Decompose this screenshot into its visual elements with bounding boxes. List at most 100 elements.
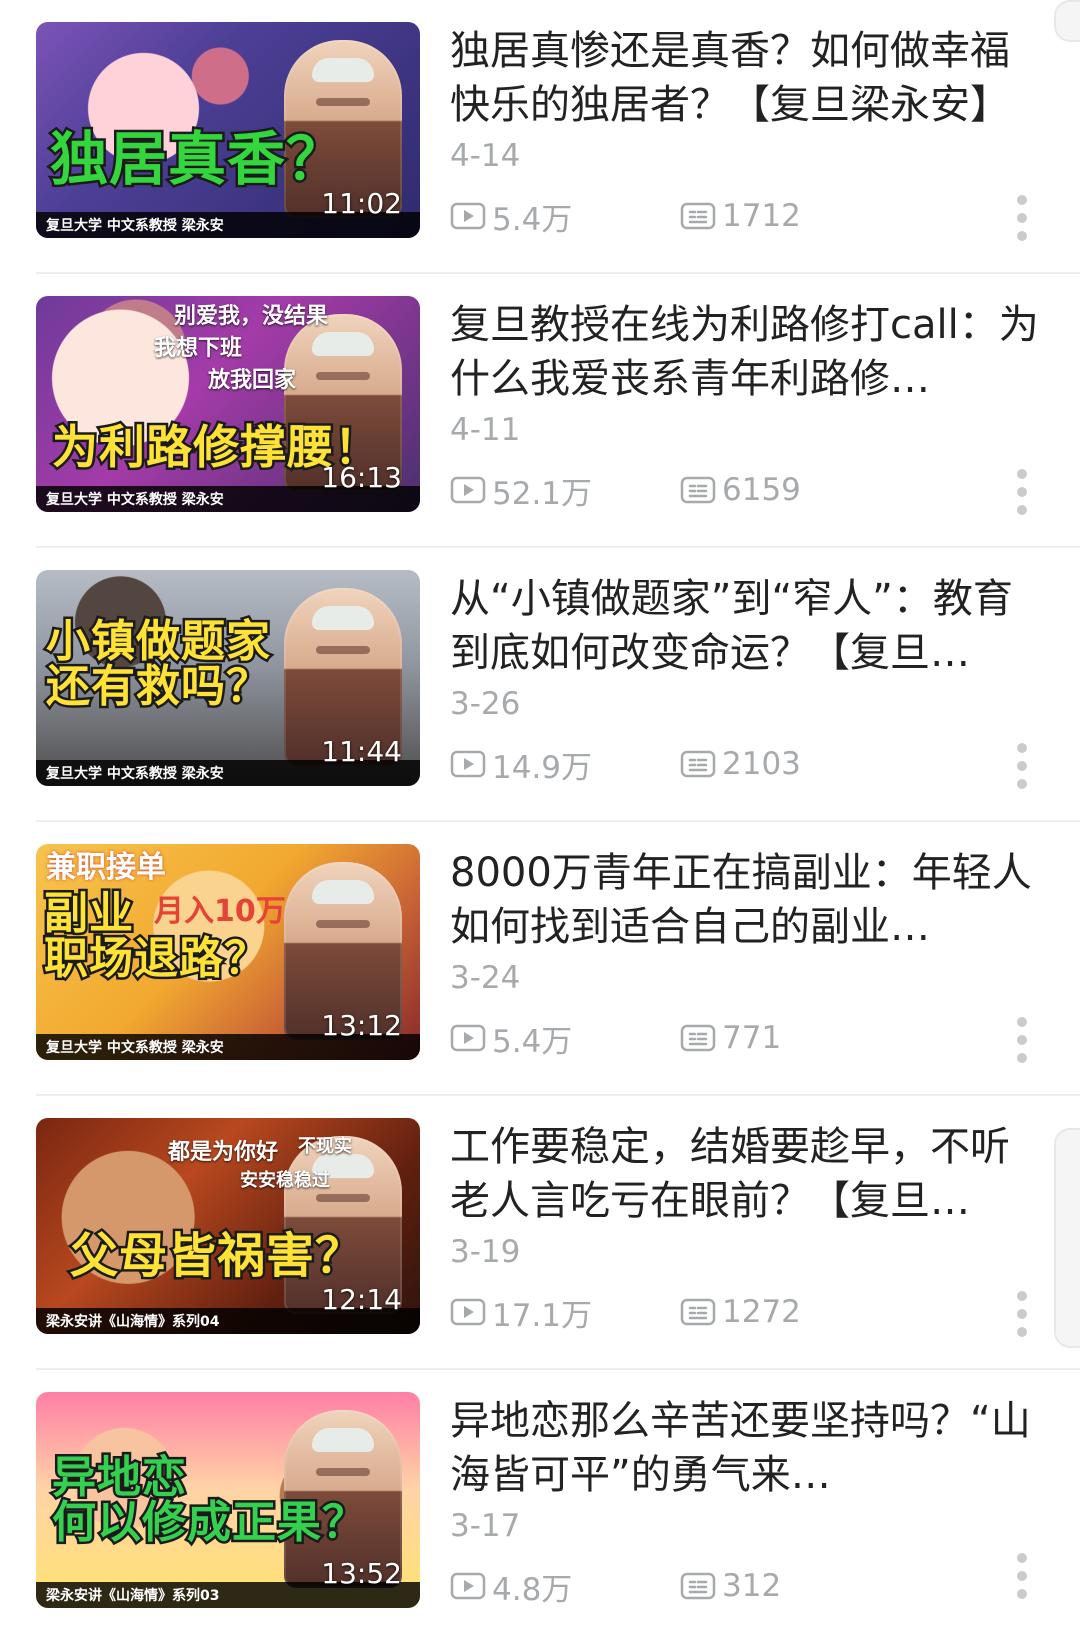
- danmaku-count-value: 312: [722, 1568, 782, 1604]
- video-duration: 13:12: [321, 1009, 402, 1042]
- thumbnail-caption: 梁永安讲《山海情》系列03: [46, 1588, 220, 1604]
- video-date: 3-19: [450, 1234, 521, 1270]
- play-count-icon: [450, 749, 486, 779]
- video-thumbnail[interactable]: 独居真香？ 复旦大学 中文系教授 梁永安 11:02: [36, 22, 420, 238]
- thumbnail-caption: 复旦大学 中文系教授 梁永安: [46, 492, 224, 508]
- video-duration: 13:52: [321, 1557, 402, 1590]
- thumbnail-overlay-text: 我想下班: [154, 336, 243, 361]
- danmaku-count-value: 2103: [722, 746, 801, 782]
- video-item[interactable]: 兼职接单 月入10万 副业 职场退路？ 复旦大学 中文系教授 梁永安 13:12…: [0, 822, 1080, 1096]
- video-duration: 12:14: [321, 1283, 402, 1316]
- danmaku-count-icon: [680, 1023, 716, 1053]
- video-title[interactable]: 复旦教授在线为利路修打call：为什么我爱丧系青年利路修…: [450, 298, 1040, 406]
- danmaku-count-icon: [680, 749, 716, 779]
- thumbnail-headline-line: 何以修成正果？: [50, 1496, 369, 1548]
- video-item[interactable]: 都是为你好 不现实 安安稳稳过 父母皆祸害？ 梁永安讲《山海情》系列04 12:…: [0, 1096, 1080, 1370]
- thumbnail-headline-line: 异地恋: [50, 1452, 189, 1503]
- thumbnail-headline-line: 副业: [42, 888, 136, 939]
- danmaku-count-value: 1712: [722, 198, 801, 234]
- video-list: 独居真香？ 复旦大学 中文系教授 梁永安 11:02 独居真惨还是真香？如何做幸…: [0, 0, 1080, 1640]
- video-item[interactable]: 异地恋 何以修成正果？ 梁永安讲《山海情》系列03 13:52 异地恋那么辛苦还…: [0, 1370, 1080, 1644]
- play-count: 52.1万: [450, 466, 592, 514]
- video-thumbnail[interactable]: 都是为你好 不现实 安安稳稳过 父母皆祸害？ 梁永安讲《山海情》系列04 12:…: [36, 1118, 420, 1334]
- more-icon: [1017, 195, 1027, 241]
- video-stats: 52.1万 6159: [450, 466, 950, 514]
- video-date: 3-17: [450, 1508, 521, 1544]
- thumbnail-overlay-text: 别爱我，没结果: [174, 304, 329, 329]
- video-duration: 11:44: [321, 735, 402, 768]
- thumbnail-headline: 异地恋 何以修成正果？: [50, 1452, 400, 1548]
- video-date: 4-11: [450, 412, 521, 448]
- danmaku-count-value: 771: [722, 1020, 782, 1056]
- thumbnail-headline-line: 父母皆祸害？: [67, 1228, 365, 1284]
- danmaku-count: 2103: [680, 740, 801, 788]
- more-button[interactable]: [1000, 738, 1044, 794]
- video-thumbnail[interactable]: 别爱我，没结果 我想下班 放我回家 为利路修撑腰！ 复旦大学 中文系教授 梁永安…: [36, 296, 420, 512]
- video-title[interactable]: 8000万青年正在搞副业：年轻人如何找到适合自己的副业…: [450, 846, 1040, 954]
- thumbnail-overlay-text: 兼职接单: [46, 850, 166, 885]
- danmaku-count: 771: [680, 1014, 781, 1062]
- video-title[interactable]: 从“小镇做题家”到“窄人”：教育到底如何改变命运？【复旦…: [450, 572, 1040, 680]
- video-stats: 5.4万 771: [450, 1014, 950, 1062]
- video-stats: 4.8万 312: [450, 1562, 950, 1610]
- thumbnail-headline: 小镇做题家 还有救吗？: [44, 616, 310, 712]
- thumbnail-overlay-text: 放我回家: [208, 368, 297, 393]
- thumbnail-headline-line: 职场退路？: [42, 932, 271, 984]
- scrollbar-thumb[interactable]: [1054, 1128, 1080, 1348]
- thumbnail-headline-line: 独居真香？: [47, 125, 346, 193]
- thumbnail-caption: 复旦大学 中文系教授 梁永安: [46, 1040, 224, 1056]
- video-thumbnail[interactable]: 小镇做题家 还有救吗？ 复旦大学 中文系教授 梁永安 11:44: [36, 570, 420, 786]
- video-stats: 14.9万 2103: [450, 740, 950, 788]
- danmaku-count-value: 1272: [722, 1294, 801, 1330]
- scrollbar-track[interactable]: [1048, 0, 1080, 1640]
- play-count-value: 52.1万: [492, 475, 593, 512]
- play-count-icon: [450, 475, 486, 505]
- video-thumbnail[interactable]: 兼职接单 月入10万 副业 职场退路？ 复旦大学 中文系教授 梁永安 13:12: [36, 844, 420, 1060]
- play-count: 4.8万: [450, 1562, 572, 1610]
- play-count-icon: [450, 201, 486, 231]
- thumbnail-headline: 副业 职场退路？: [42, 888, 300, 984]
- video-item[interactable]: 小镇做题家 还有救吗？ 复旦大学 中文系教授 梁永安 11:44 从“小镇做题家…: [0, 548, 1080, 822]
- thumbnail-headline: 父母皆祸害？: [67, 1229, 410, 1283]
- danmaku-count: 312: [680, 1562, 781, 1610]
- thumbnail-caption: 梁永安讲《山海情》系列04: [46, 1314, 220, 1330]
- more-icon: [1017, 743, 1027, 789]
- video-title[interactable]: 工作要稳定，结婚要趁早，不听老人言吃亏在眼前？【复旦…: [450, 1120, 1040, 1228]
- video-title[interactable]: 独居真惨还是真香？如何做幸福快乐的独居者？【复旦梁永安】: [450, 24, 1040, 132]
- danmaku-count-value: 6159: [722, 472, 801, 508]
- video-item[interactable]: 别爱我，没结果 我想下班 放我回家 为利路修撑腰！ 复旦大学 中文系教授 梁永安…: [0, 274, 1080, 548]
- video-title[interactable]: 异地恋那么辛苦还要坚持吗？“山海皆可平”的勇气来…: [450, 1394, 1040, 1502]
- more-button[interactable]: [1000, 1286, 1044, 1342]
- thumbnail-caption: 复旦大学 中文系教授 梁永安: [46, 766, 224, 782]
- more-button[interactable]: [1000, 190, 1044, 246]
- play-count: 14.9万: [450, 740, 592, 788]
- thumbnail-overlay-text: 不现实: [298, 1136, 352, 1157]
- play-count: 17.1万: [450, 1288, 592, 1336]
- play-count-value: 4.8万: [492, 1571, 573, 1608]
- video-stats: 17.1万 1272: [450, 1288, 950, 1336]
- danmaku-count-icon: [680, 475, 716, 505]
- play-count-value: 5.4万: [492, 201, 573, 238]
- video-thumbnail[interactable]: 异地恋 何以修成正果？ 梁永安讲《山海情》系列03 13:52: [36, 1392, 420, 1608]
- more-button[interactable]: [1000, 1012, 1044, 1068]
- thumbnail-overlay-text: 安安稳稳过: [240, 1170, 330, 1191]
- thumbnail-headline-line: 小镇做题家: [44, 616, 273, 667]
- thumbnail-headline: 独居真香？: [47, 127, 410, 191]
- play-count-icon: [450, 1571, 486, 1601]
- danmaku-count-icon: [680, 1297, 716, 1327]
- more-button[interactable]: [1000, 464, 1044, 520]
- more-icon: [1017, 469, 1027, 515]
- play-count-icon: [450, 1297, 486, 1327]
- video-stats: 5.4万 1712: [450, 192, 950, 240]
- video-duration: 16:13: [321, 461, 402, 494]
- play-count: 5.4万: [450, 1014, 572, 1062]
- play-count: 5.4万: [450, 192, 572, 240]
- scrollbar-thumb[interactable]: [1054, 0, 1080, 42]
- danmaku-count: 1712: [680, 192, 801, 240]
- video-date: 4-14: [450, 138, 521, 174]
- play-count-value: 5.4万: [492, 1023, 573, 1060]
- video-item[interactable]: 独居真香？ 复旦大学 中文系教授 梁永安 11:02 独居真惨还是真香？如何做幸…: [0, 0, 1080, 274]
- more-button[interactable]: [1000, 1548, 1044, 1604]
- danmaku-count: 6159: [680, 466, 801, 514]
- danmaku-count-icon: [680, 1571, 716, 1601]
